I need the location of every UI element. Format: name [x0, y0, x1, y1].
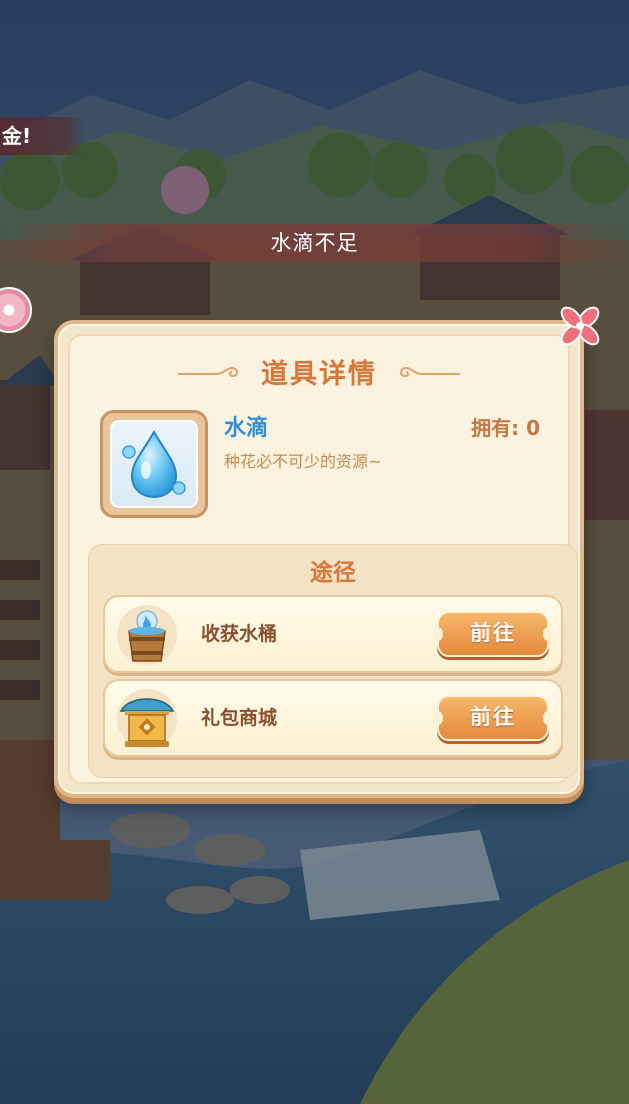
water-drop-icon	[122, 429, 186, 499]
dialog-body: 道具详情 水滴 种花必不可少的资源~ 拥有: 0 途径 收获水桶 前往 礼包商城…	[68, 334, 578, 784]
left-swirl-ornament-icon	[177, 366, 238, 377]
source-label: 礼包商城	[201, 707, 278, 729]
sources-title: 途径	[310, 560, 356, 586]
dialog-header: 道具详情	[70, 352, 568, 392]
dialog-title: 道具详情	[261, 359, 377, 390]
source-row-water-bucket: 收获水桶 前往	[103, 595, 563, 673]
reward-notice-banner: 金!	[0, 117, 84, 155]
goto-water-bucket-button[interactable]: 前往	[433, 611, 553, 657]
item-detail-dialog: 道具详情 水滴 种花必不可少的资源~ 拥有: 0 途径 收获水桶 前往 礼包商城…	[54, 320, 584, 798]
right-swirl-ornament-icon	[400, 366, 461, 377]
item-icon-frame	[100, 410, 208, 518]
owned-count: 拥有: 0	[471, 416, 540, 440]
item-description: 种花必不可少的资源~	[224, 452, 382, 471]
item-icon-well	[110, 420, 198, 508]
source-label: 收获水桶	[201, 623, 278, 645]
insufficient-toast: 水滴不足	[0, 224, 629, 262]
source-row-gift-shop: 礼包商城 前往	[103, 679, 563, 757]
item-name: 水滴	[224, 416, 269, 441]
gift-shop-icon	[117, 689, 177, 749]
water-bucket-icon	[117, 605, 177, 665]
goto-gift-shop-button[interactable]: 前往	[433, 695, 553, 741]
close-icon[interactable]	[556, 302, 604, 350]
sources-panel: 途径 收获水桶 前往 礼包商城 前往	[88, 544, 578, 778]
